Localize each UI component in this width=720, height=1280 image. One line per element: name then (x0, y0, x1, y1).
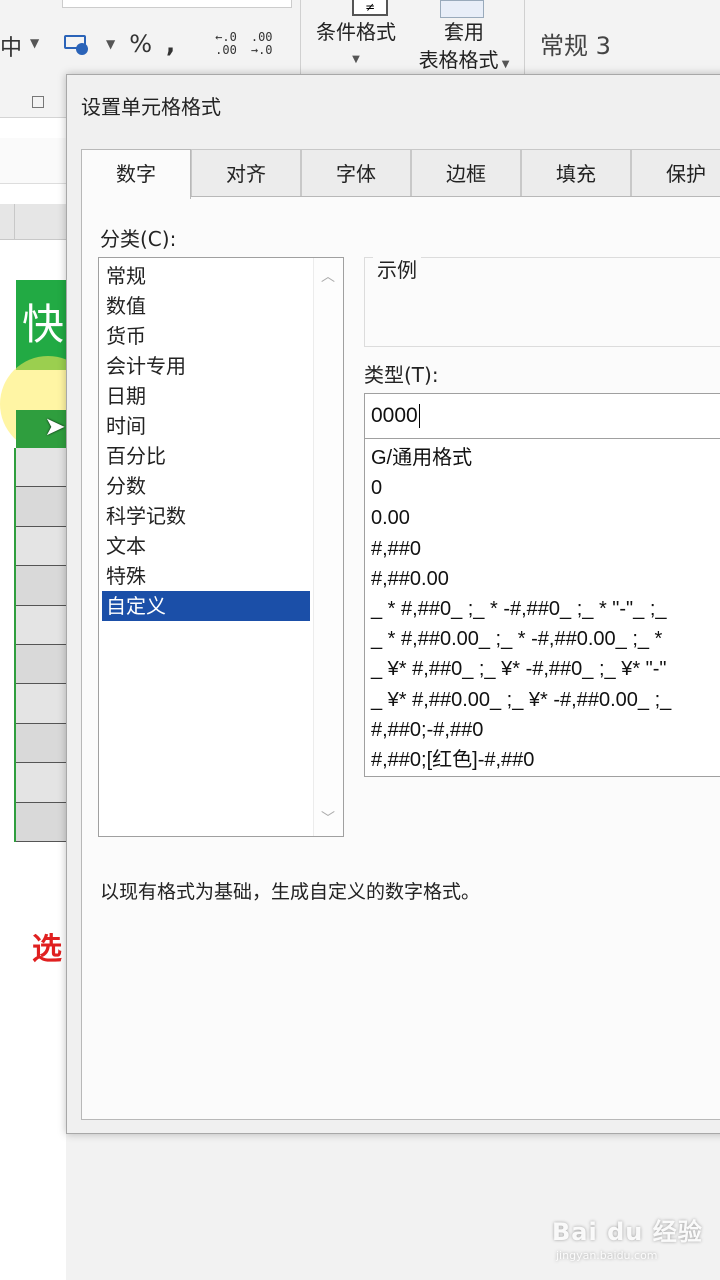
column-header[interactable] (0, 204, 66, 240)
alignment-center-label[interactable]: 中 (0, 30, 22, 62)
list-item[interactable]: 数值 (102, 291, 310, 321)
sample-label: 示例 (373, 254, 421, 283)
table-row[interactable] (16, 684, 66, 724)
category-scrollbar[interactable]: ︿ ﹀ (313, 258, 343, 836)
list-item[interactable]: 科学记数 (102, 501, 310, 531)
conditional-format-icon: ≠ (352, 0, 388, 16)
format-code-list[interactable]: G/通用格式 0 0.00 #,##0 #,##0.00 _ * #,##0_ … (364, 439, 720, 777)
list-item[interactable]: _ * #,##0_ ;_ * -#,##0_ ;_ * "-"_ ;_ (365, 594, 720, 624)
comma-style-button[interactable]: , (166, 32, 175, 56)
list-item[interactable]: 0 (365, 473, 720, 503)
chevron-down-icon[interactable]: ▼ (106, 37, 115, 51)
spreadsheet-area: 快 ➤ 选 (0, 118, 96, 1280)
chevron-down-icon[interactable]: ▼ (30, 36, 39, 50)
dialog-title: 设置单元格格式 (81, 95, 221, 119)
tab-font[interactable]: 字体 (301, 149, 411, 197)
sample-group: 示例 (364, 254, 720, 347)
list-item[interactable]: 时间 (102, 411, 310, 441)
list-item[interactable]: #,##0 (365, 534, 720, 564)
format-description: 以现有格式为基础，生成自定义的数字格式。 (100, 881, 481, 903)
table-row[interactable] (16, 763, 66, 803)
data-grid[interactable] (14, 448, 66, 842)
list-item[interactable]: #,##0;[红色]-#,##0 (365, 745, 720, 775)
number-tab-panel: 分类(C): 常规 数值 货币 会计专用 日期 时间 百分比 分数 科学记数 文… (81, 196, 720, 1120)
list-item[interactable]: 货币 (102, 321, 310, 351)
list-item[interactable]: _ * #,##0.00_ ;_ * -#,##0.00_ ;_ * (365, 624, 720, 654)
list-item[interactable]: 百分比 (102, 441, 310, 471)
currency-format-icon[interactable] (62, 32, 92, 56)
decrease-decimal-button[interactable]: .00 →.0 (251, 31, 273, 57)
scroll-up-icon[interactable]: ︿ (321, 266, 335, 286)
list-item[interactable]: 常规 (102, 261, 310, 291)
number-format-group: ▼ % , ←.0 .00 .00 →.0 (62, 26, 273, 62)
table-row[interactable] (16, 566, 66, 606)
list-item[interactable]: _ ¥* #,##0.00_ ;_ ¥* -#,##0.00_ ;_ (365, 685, 720, 715)
table-row[interactable] (16, 487, 66, 527)
instruction-text: 选 (32, 932, 62, 967)
tab-border[interactable]: 边框 (411, 149, 521, 197)
dialog-launcher-icon[interactable] (32, 96, 44, 108)
list-item[interactable]: 0.00 (365, 503, 720, 533)
list-item[interactable]: G/通用格式 (365, 443, 720, 473)
watermark-main: Bai du 经验 (552, 1218, 703, 1246)
tab-fill[interactable]: 填充 (521, 149, 631, 197)
type-input-value: 0000 (371, 404, 418, 427)
table-row[interactable] (16, 644, 66, 685)
tab-number[interactable]: 数字 (81, 149, 191, 199)
format-as-table-button[interactable]: 套用 表格格式 ▼ (406, 18, 522, 79)
tab-protection[interactable]: 保护 (631, 149, 720, 197)
increase-decimal-button[interactable]: ←.0 .00 (215, 31, 237, 57)
table-row[interactable] (16, 802, 66, 842)
type-label: 类型(T): (364, 363, 439, 387)
list-item[interactable]: 分数 (102, 471, 310, 501)
format-as-table-label-1: 套用 (444, 20, 484, 44)
table-row[interactable] (16, 605, 66, 645)
table-format-icon (440, 0, 484, 18)
category-list[interactable]: 常规 数值 货币 会计专用 日期 时间 百分比 分数 科学记数 文本 特殊 自定… (98, 257, 344, 837)
chevron-down-icon: ▼ (352, 54, 360, 65)
list-item[interactable]: 文本 (102, 531, 310, 561)
watermark-sub: jingyan.baidu.com (556, 1249, 658, 1262)
list-item[interactable]: #,##0.00 (365, 564, 720, 594)
list-item[interactable]: 特殊 (102, 561, 310, 591)
formula-bar[interactable] (0, 138, 66, 184)
tab-alignment[interactable]: 对齐 (191, 149, 301, 197)
list-item[interactable]: 日期 (102, 381, 310, 411)
list-item[interactable]: #,##0;-#,##0 (365, 715, 720, 745)
conditional-format-label: 条件格式 (316, 20, 396, 44)
format-cells-dialog: 设置单元格格式 数字 对齐 字体 边框 填充 保护 分类(C): 常规 数值 货… (66, 74, 720, 1134)
baidu-jingyan-watermark: Bai du 经验 jingyan.baidu.com (552, 1212, 703, 1262)
percent-style-button[interactable]: % (129, 32, 152, 56)
table-row[interactable] (16, 526, 66, 567)
increase-decimal-bottom: .00 (215, 43, 237, 57)
cell-style-preview[interactable]: 常规 3 (540, 26, 611, 61)
table-row[interactable] (16, 448, 66, 488)
category-label: 分类(C): (100, 227, 177, 251)
ribbon-top-field (62, 0, 292, 8)
list-item[interactable]: _ ¥* #,##0_ ;_ ¥* -#,##0_ ;_ ¥* "-" (365, 654, 720, 684)
mouse-cursor-icon: ➤ (44, 412, 66, 442)
scroll-down-icon[interactable]: ﹀ (321, 808, 335, 828)
conditional-format-button[interactable]: 条件格式 ▼ (308, 18, 404, 74)
dialog-tabs: 数字 对齐 字体 边框 填充 保护 (81, 149, 720, 199)
type-input[interactable]: 0000 (364, 393, 720, 439)
list-item[interactable]: 会计专用 (102, 351, 310, 381)
decrease-decimal-bottom: →.0 (250, 43, 273, 57)
text-caret (418, 404, 420, 429)
list-item-selected[interactable]: 自定义 (102, 591, 310, 621)
table-row[interactable] (16, 723, 66, 764)
